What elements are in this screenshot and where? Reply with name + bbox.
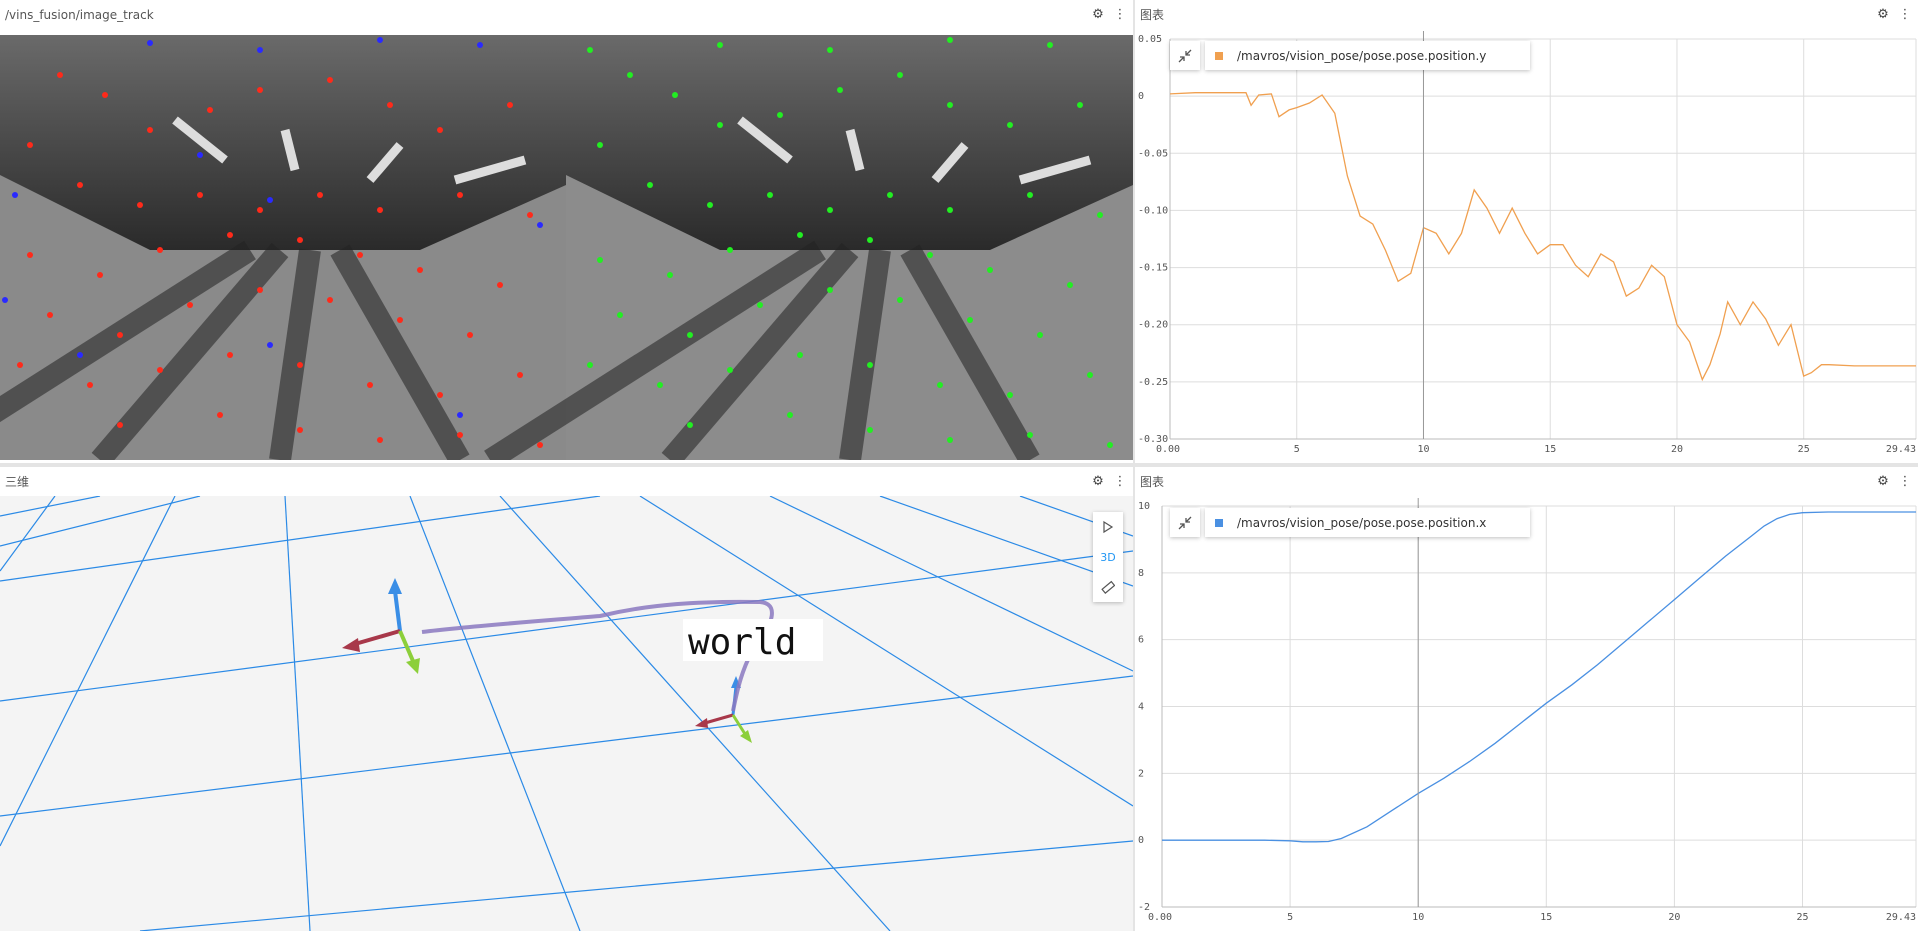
x-tick-label: 5 bbox=[1287, 912, 1293, 923]
panel-header: 图表 ⚙ ⋮ bbox=[1135, 467, 1918, 496]
plot-panel-x: 图表 ⚙ ⋮ 10 8 6 4 2 0 -2 0.00 5 10 15 20 25 29.43 /mavr… bbox=[1135, 467, 1918, 931]
y-tick-label: 4 bbox=[1138, 702, 1144, 713]
view-toolbar: 3D bbox=[1093, 512, 1123, 602]
x-tick-label: 29.43 bbox=[1886, 912, 1916, 923]
legend-label: /mavros/vision_pose/pose.pose.position.x bbox=[1237, 515, 1487, 530]
line-chart-y[interactable]: 0.050-0.05-0.10-0.15-0.20-0.25-0.300.00 5… bbox=[1135, 29, 1918, 463]
gear-icon[interactable]: ⚙ bbox=[1876, 473, 1890, 489]
camera-image bbox=[0, 35, 1133, 460]
x-tick-label: 20 bbox=[1668, 912, 1680, 923]
y-tick-label: -0.15 bbox=[1138, 263, 1168, 274]
x-tick-label: 15 bbox=[1544, 444, 1556, 455]
frame-label: world bbox=[688, 622, 796, 663]
y-tick-label: 8 bbox=[1138, 568, 1144, 579]
image-track-panel: /vins_fusion/image_track ⚙ ⋮ bbox=[0, 0, 1133, 463]
panel-header: /vins_fusion/image_track ⚙ ⋮ bbox=[0, 0, 1133, 29]
panel-title: 三维 bbox=[5, 475, 30, 489]
y-tick-label: -0.20 bbox=[1138, 320, 1168, 331]
legend-swatch bbox=[1215, 518, 1223, 527]
x-tick-label: 0.00 bbox=[1156, 444, 1180, 455]
legend[interactable]: /mavros/vision_pose/pose.pose.position.x bbox=[1205, 508, 1530, 537]
collapse-arrows-icon[interactable] bbox=[1170, 508, 1200, 537]
toggle-3d-button[interactable]: 3D bbox=[1093, 542, 1123, 572]
panel-title: 图表 bbox=[1140, 475, 1165, 489]
x-tick-label: 25 bbox=[1796, 912, 1808, 923]
legend-label: /mavros/vision_pose/pose.pose.position.y bbox=[1237, 48, 1487, 63]
y-tick-label: -0.10 bbox=[1138, 205, 1168, 216]
kebab-menu-icon[interactable]: ⋮ bbox=[1113, 6, 1127, 22]
kebab-menu-icon[interactable]: ⋮ bbox=[1898, 6, 1912, 22]
legend[interactable]: /mavros/vision_pose/pose.pose.position.y bbox=[1205, 41, 1530, 70]
x-tick-label: 20 bbox=[1671, 444, 1683, 455]
collapse-arrows-icon[interactable] bbox=[1170, 41, 1200, 70]
y-tick-label: 0.05 bbox=[1138, 34, 1162, 45]
x-tick-label: 10 bbox=[1412, 912, 1424, 923]
y-tick-label: 0 bbox=[1138, 91, 1144, 102]
three-d-viewport[interactable]: world bbox=[0, 496, 1133, 931]
x-tick-label: 25 bbox=[1798, 444, 1810, 455]
three-d-panel: 三维 ⚙ ⋮ world 3D bbox=[0, 467, 1133, 931]
x-tick-label: 15 bbox=[1540, 912, 1552, 923]
panel-title: 图表 bbox=[1140, 8, 1165, 22]
y-tick-label: -0.25 bbox=[1138, 377, 1168, 388]
y-tick-label: 6 bbox=[1138, 635, 1144, 646]
cursor-icon[interactable] bbox=[1093, 512, 1123, 542]
x-tick-label: 29.43 bbox=[1886, 444, 1916, 455]
line-chart-x[interactable]: 1086420-20.00 5 10 15 20 25 29.43 bbox=[1135, 496, 1918, 931]
horizontal-divider[interactable] bbox=[0, 463, 1918, 467]
gear-icon[interactable]: ⚙ bbox=[1091, 473, 1105, 489]
x-tick-label: 5 bbox=[1294, 444, 1300, 455]
y-tick-label: 0 bbox=[1138, 835, 1144, 846]
x-tick-label: 0.00 bbox=[1148, 912, 1172, 923]
gear-icon[interactable]: ⚙ bbox=[1876, 6, 1890, 22]
kebab-menu-icon[interactable]: ⋮ bbox=[1898, 473, 1912, 489]
panel-title: /vins_fusion/image_track bbox=[5, 7, 154, 22]
legend-swatch bbox=[1215, 51, 1223, 60]
kebab-menu-icon[interactable]: ⋮ bbox=[1113, 473, 1127, 489]
gear-icon[interactable]: ⚙ bbox=[1091, 6, 1105, 22]
panel-header: 三维 ⚙ ⋮ bbox=[0, 467, 1133, 496]
panel-header: 图表 ⚙ ⋮ bbox=[1135, 0, 1918, 29]
ruler-icon[interactable] bbox=[1093, 572, 1123, 602]
plot-panel-y: 图表 ⚙ ⋮ 0.05 0 -0.05 -0.10 -0.15 -0.20 -0.25 -0.… bbox=[1135, 0, 1918, 463]
y-tick-label: 2 bbox=[1138, 768, 1144, 779]
y-tick-label: 10 bbox=[1138, 501, 1150, 512]
x-tick-label: 10 bbox=[1417, 444, 1429, 455]
y-tick-label: -0.05 bbox=[1138, 148, 1168, 159]
